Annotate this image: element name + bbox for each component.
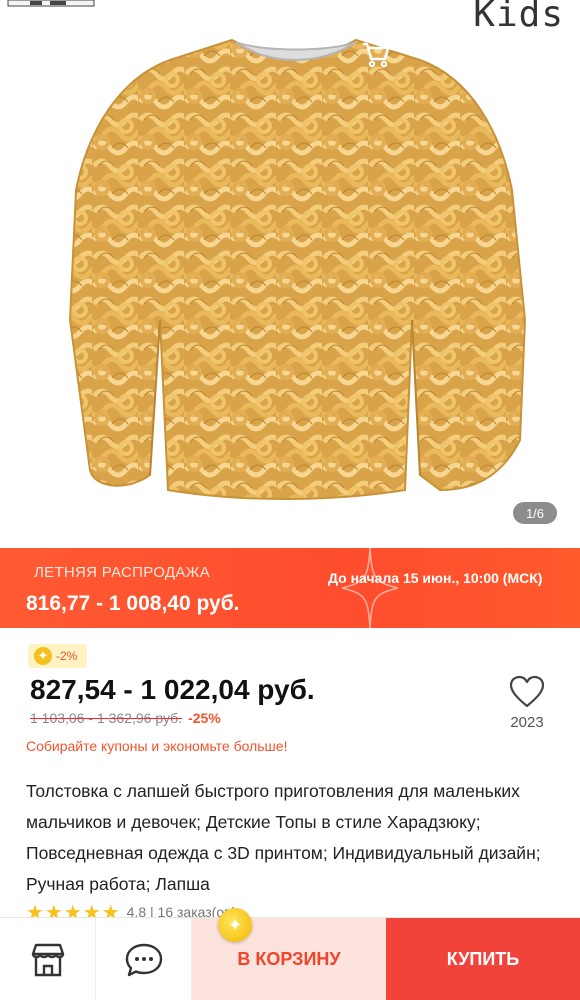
- favorite-count: 2023: [510, 714, 544, 731]
- cart-icon: [363, 42, 390, 68]
- sparkle-icon: [341, 548, 399, 628]
- chat-button[interactable]: [96, 918, 192, 1000]
- price-section: ✦ -2% 827,54 - 1 022,04 руб. 1 103,06 - …: [0, 628, 580, 768]
- sale-price-block: ЛЕТНЯЯ РАСПРОДАЖА 816,77 - 1 008,40 руб.: [24, 548, 320, 628]
- brand-logo: [7, 0, 95, 7]
- coupon-link[interactable]: Собирайте купоны и экономьте больше!: [26, 738, 287, 754]
- heart-icon: [509, 675, 545, 708]
- product-title: Толстовка с лапшей быстрого приготовлени…: [26, 781, 541, 894]
- sale-price: 816,77 - 1 008,40 руб.: [26, 592, 240, 615]
- back-button[interactable]: [22, 32, 66, 76]
- sale-banner[interactable]: ЛЕТНЯЯ РАСПРОДАЖА 816,77 - 1 008,40 руб.…: [0, 548, 580, 628]
- store-button[interactable]: [0, 918, 96, 1000]
- product-gallery[interactable]: Kids 1/6: [0, 0, 580, 548]
- favorite-button[interactable]: 2023: [500, 674, 554, 734]
- bottom-action-bar: В КОРЗИНУ КУПИТЬ: [0, 917, 580, 1000]
- arrow-left-icon: [31, 43, 57, 65]
- current-price: 827,54 - 1 022,04 руб.: [30, 674, 315, 705]
- buy-now-button[interactable]: КУПИТЬ: [386, 918, 580, 1000]
- more-vertical-icon: [537, 42, 543, 66]
- old-price: 1 103,06 - 1 362,96 руб.: [30, 710, 183, 726]
- discount-badge: -25%: [188, 710, 221, 726]
- old-price-row: 1 103,06 - 1 362,96 руб. -25%: [30, 710, 221, 726]
- share-icon: [444, 43, 472, 66]
- share-button[interactable]: [436, 32, 480, 76]
- sale-start-info: До начала 15 июн., 10:00 (МСК): [328, 570, 543, 586]
- store-icon: [31, 943, 64, 976]
- coupon-badge-label: -2%: [56, 649, 78, 663]
- product-image[interactable]: [0, 20, 580, 510]
- coupon-badge[interactable]: ✦ -2%: [28, 644, 88, 668]
- more-button[interactable]: [518, 32, 562, 76]
- cart-button[interactable]: [354, 32, 398, 76]
- sale-title: ЛЕТНЯЯ РАСПРОДАЖА: [34, 564, 211, 581]
- image-counter: 1/6: [513, 502, 557, 524]
- coin-icon: ✦: [34, 647, 52, 665]
- chat-icon: [125, 943, 162, 976]
- coin-icon[interactable]: ✦: [218, 908, 252, 942]
- brand-name: Kids: [473, 0, 564, 35]
